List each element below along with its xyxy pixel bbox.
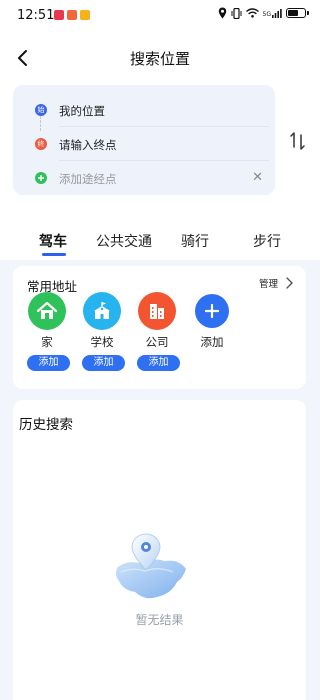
swap-icon <box>290 132 305 150</box>
notification-app-icon <box>80 10 90 20</box>
waypoint-input[interactable]: 添加途经点 <box>59 171 117 187</box>
destination-input[interactable]: 请输入终点 <box>59 137 117 153</box>
vibrate-icon <box>231 7 242 19</box>
address-school-label: 学校 <box>90 335 114 349</box>
swap-route-button[interactable] <box>288 130 308 152</box>
school-icon <box>83 292 121 330</box>
add-company-button[interactable]: 添加 <box>137 355 180 371</box>
waypoint-row[interactable]: 添加途经点 ✕ <box>13 162 275 195</box>
empty-state-text: 暂无结果 <box>135 613 184 627</box>
active-tab-indicator <box>42 253 66 256</box>
add-address-button[interactable]: 添加 <box>182 292 242 350</box>
start-location-text: 我的位置 <box>59 104 105 118</box>
address-home-label: 家 <box>41 335 53 349</box>
common-addresses-card: 常用地址 管理 家 添加 学校 添加 公司 添加 添加 <box>13 266 306 389</box>
status-bar: 12:51 5G <box>0 0 320 32</box>
manage-button[interactable]: 管理 <box>259 276 278 290</box>
signal-icon <box>272 9 282 18</box>
route-input-card: 始 我的位置 终 请输入终点 添加途经点 ✕ <box>13 85 275 195</box>
start-marker-icon: 始 <box>35 104 47 116</box>
location-icon <box>218 7 226 19</box>
plus-icon <box>195 294 229 328</box>
start-location-row[interactable]: 始 我的位置 <box>13 94 275 127</box>
add-waypoint-icon <box>35 172 47 184</box>
add-address-label: 添加 <box>200 335 224 349</box>
network-type-label: 5G <box>262 11 271 18</box>
status-icons: 5G <box>218 7 309 19</box>
tab-drive[interactable]: 驾车 <box>39 231 67 251</box>
page-title: 搜索位置 <box>129 50 190 68</box>
address-home[interactable]: 家 <box>17 292 77 350</box>
battery-icon <box>286 8 309 18</box>
home-icon <box>28 292 66 330</box>
address-company[interactable]: 公司 <box>127 292 187 350</box>
address-school[interactable]: 学校 <box>72 292 132 350</box>
notification-app-icon <box>54 10 64 20</box>
add-school-button[interactable]: 添加 <box>82 355 125 371</box>
address-company-label: 公司 <box>145 335 169 349</box>
empty-map-pin-illustration-icon <box>111 530 191 610</box>
status-time: 12:51 <box>17 8 55 23</box>
divider <box>59 160 269 161</box>
destination-row[interactable]: 终 请输入终点 <box>13 128 275 161</box>
close-icon[interactable]: ✕ <box>252 170 263 186</box>
office-building-icon <box>138 292 176 330</box>
divider <box>59 126 269 127</box>
notification-app-icon <box>67 10 77 20</box>
wifi-icon <box>245 8 259 18</box>
tab-walking[interactable]: 步行 <box>253 231 281 251</box>
tab-public-transit[interactable]: 公共交通 <box>96 231 152 251</box>
tab-cycling[interactable]: 骑行 <box>181 231 209 251</box>
chevron-right-icon[interactable] <box>284 275 294 289</box>
history-title: 历史搜索 <box>19 417 73 433</box>
end-marker-icon: 终 <box>35 138 47 150</box>
add-home-button[interactable]: 添加 <box>27 355 70 371</box>
search-history-card: 历史搜索 暂无结果 <box>13 400 306 700</box>
